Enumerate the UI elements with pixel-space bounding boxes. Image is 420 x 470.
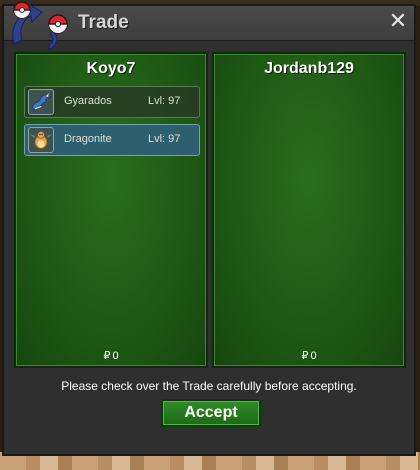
pokemon-name: Gyarados [64,95,112,107]
accept-button[interactable]: Accept [161,399,261,427]
money-offer: ₽0 [214,349,404,362]
player-panel-jordanb129: Jordanb129 ₽0 [212,52,406,368]
player-name: Jordanb129 [264,60,354,77]
player-panel-koyo7: Koyo7 Gyarados Lvl: 97 Dragonite Lvl: 97… [14,52,208,368]
pokemon-name: Dragonite [64,133,112,145]
trade-logo-icon [12,1,68,51]
player-name: Koyo7 [86,60,136,77]
pokemon-row-gyarados[interactable]: Gyarados Lvl: 97 [24,86,200,118]
gyarados-icon [28,89,54,115]
trade-notice: Please check over the Trade carefully be… [61,379,357,393]
pokemon-row-dragonite[interactable]: Dragonite Lvl: 97 [24,124,200,156]
pokemon-level: Lvl: 97 [148,133,181,145]
close-button[interactable]: ✕ [388,11,408,33]
dragonite-icon [28,127,54,153]
title-bar[interactable]: Trade ✕ [4,1,414,51]
trade-window: Trade ✕ Koyo7 Gyarados Lvl: 97 Dragonite… [2,1,416,456]
pokemon-level: Lvl: 97 [148,95,181,107]
pokedollar-symbol: ₽ [301,350,309,362]
pokedollar-symbol: ₽ [103,350,111,362]
money-amount: 0 [112,350,119,362]
money-amount: 0 [310,350,317,362]
money-offer: ₽0 [16,349,206,362]
window-title: Trade [78,12,129,33]
